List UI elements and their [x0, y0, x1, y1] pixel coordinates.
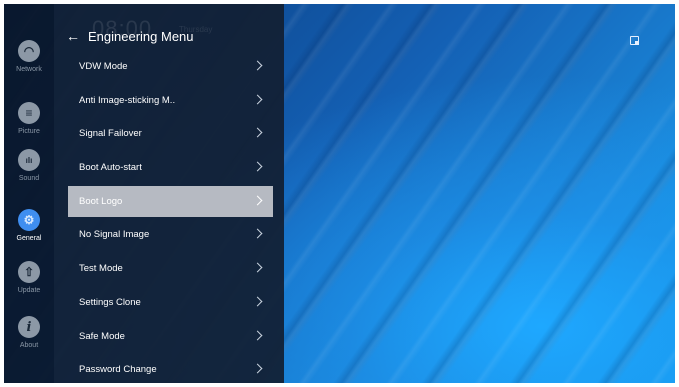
menu-item-label: Settings Clone: [79, 296, 141, 308]
menu-item-test-mode[interactable]: Test Mode: [68, 253, 273, 284]
sidebar-item-label: Update: [17, 287, 41, 294]
menu-item-label: Safe Mode: [79, 330, 125, 342]
menu-item-anti-image-sticking[interactable]: Anti Image-sticking M..: [68, 85, 273, 116]
menu-item-label: Signal Failover: [79, 128, 142, 140]
chevron-right-icon: [252, 195, 263, 206]
chevron-right-icon: [252, 296, 263, 307]
sidebar-item-update[interactable]: ⇧ Update: [4, 261, 54, 295]
menu-item-no-signal-image[interactable]: No Signal Image: [68, 219, 273, 250]
sidebar-item-about[interactable]: i About: [4, 316, 54, 350]
menu-item-label: Password Change: [79, 364, 157, 376]
sidebar-item-label: Sound: [18, 175, 40, 182]
menu-item-label: Boot Auto-start: [79, 162, 142, 174]
sidebar-item-label: Picture: [18, 128, 40, 135]
sidebar-item-label: About: [19, 342, 39, 349]
chevron-right-icon: [252, 363, 263, 374]
menu-item-label: Boot Logo: [79, 195, 123, 207]
sidebar-item-label: Network: [16, 66, 42, 73]
chevron-right-icon: [252, 94, 263, 105]
input-source-icon[interactable]: [630, 36, 639, 45]
update-arrow-icon: ⇧: [18, 261, 40, 283]
menu-item-boot-auto-start[interactable]: Boot Auto-start: [68, 152, 273, 183]
menu-item-settings-clone[interactable]: Settings Clone: [68, 287, 273, 318]
chevron-right-icon: [252, 127, 263, 138]
menu-item-label: Anti Image-sticking M..: [79, 94, 176, 106]
menu-item-label: VDW Mode: [79, 61, 128, 72]
sidebar-item-general[interactable]: ⚙ General: [4, 209, 54, 243]
menu-item-signal-failover[interactable]: Signal Failover: [68, 118, 273, 149]
info-icon: i: [18, 316, 40, 338]
menu-item-vdw-mode[interactable]: VDW Mode: [68, 51, 273, 82]
menu-item-safe-mode[interactable]: Safe Mode: [68, 321, 273, 352]
sidebar-item-sound[interactable]: ıIı Sound: [4, 149, 54, 183]
chevron-right-icon: [252, 161, 263, 172]
menu-item-password-change[interactable]: Password Change: [68, 354, 273, 383]
sidebar-item-picture[interactable]: ≡ Picture: [4, 102, 54, 136]
soundwave-icon: ıIı: [18, 149, 40, 171]
menu-item-label: No Signal Image: [79, 229, 150, 241]
sidebar-item-network[interactable]: ◠ Network: [4, 40, 54, 74]
engineering-menu-panel: 08:00 Thursday ← Engineering Menu VDW Mo…: [54, 4, 284, 383]
chevron-right-icon: [252, 330, 263, 340]
menu-list: VDW Mode Anti Image-sticking M.. Signal …: [68, 51, 273, 383]
general-settings-icon: ⚙: [18, 209, 40, 231]
chevron-right-icon: [252, 228, 263, 239]
back-arrow-icon[interactable]: ←: [66, 28, 82, 44]
menu-header: ← Engineering Menu: [66, 26, 194, 46]
menu-item-boot-logo[interactable]: Boot Logo: [68, 185, 273, 217]
wifi-icon: ◠: [18, 40, 40, 62]
chevron-right-icon: [252, 60, 263, 71]
menu-item-label: Test Mode: [79, 263, 123, 275]
sliders-icon: ≡: [18, 102, 40, 124]
page-title: Engineering Menu: [88, 28, 194, 44]
chevron-right-icon: [252, 262, 263, 273]
tv-screen: ◠ Network ≡ Picture ıIı Sound ⚙ General …: [4, 4, 675, 383]
settings-sidebar: ◠ Network ≡ Picture ıIı Sound ⚙ General …: [4, 4, 54, 383]
sidebar-item-label: General: [16, 235, 42, 242]
